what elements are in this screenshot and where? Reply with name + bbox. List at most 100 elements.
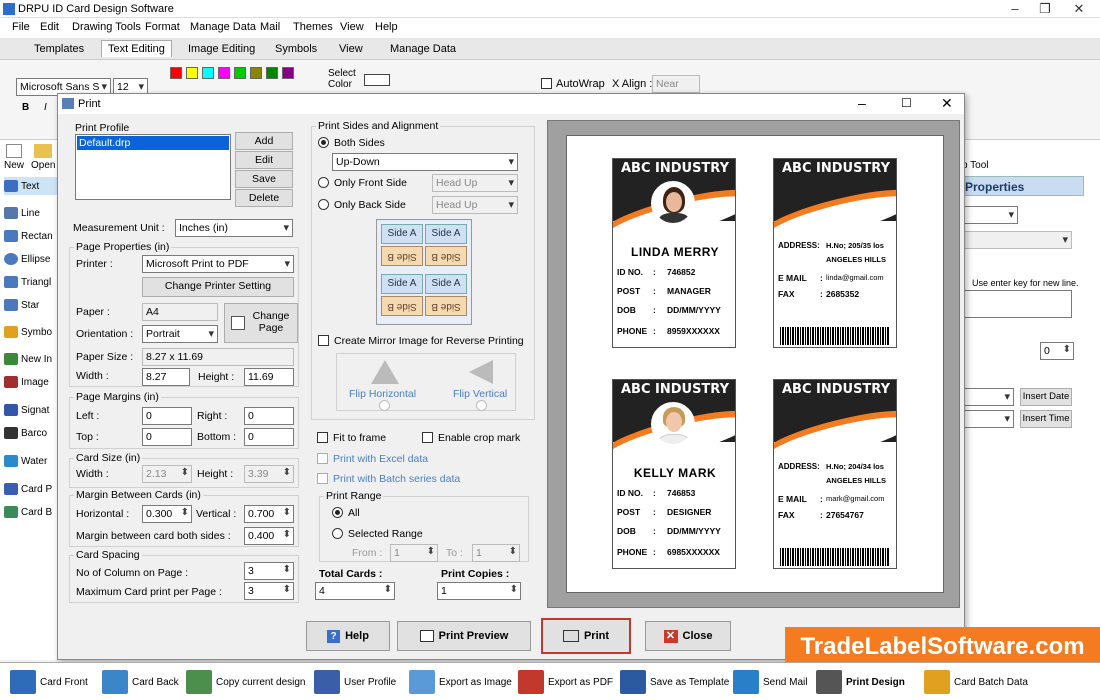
- menu-help[interactable]: Help: [375, 21, 398, 33]
- tool-rectangle[interactable]: Rectan: [4, 227, 60, 245]
- color-swatch[interactable]: [250, 67, 262, 79]
- copy-design-button[interactable]: Copy current design: [186, 668, 306, 696]
- both-sides-select[interactable]: Up-Down: [332, 153, 518, 171]
- card-width-input[interactable]: 2.13: [142, 465, 192, 483]
- tool-text[interactable]: Text: [4, 177, 60, 195]
- tool-triangle[interactable]: Triangl: [4, 273, 60, 291]
- print-button[interactable]: Print: [541, 618, 631, 654]
- properties-select-disabled[interactable]: [962, 231, 1072, 249]
- new-button[interactable]: New: [4, 160, 24, 171]
- menu-drawing-tools[interactable]: Drawing Tools: [72, 21, 141, 33]
- fit-frame-checkbox[interactable]: [317, 432, 328, 443]
- insert-time-button[interactable]: Insert Time: [1020, 410, 1072, 428]
- tool-symbol[interactable]: Symbo: [4, 323, 60, 341]
- menu-themes[interactable]: Themes: [293, 21, 333, 33]
- help-button[interactable]: ? Help: [306, 621, 390, 651]
- time-format-select[interactable]: [962, 410, 1014, 428]
- color-swatch[interactable]: [218, 67, 230, 79]
- export-pdf-button[interactable]: Export as PDF: [518, 668, 613, 696]
- card-back-button[interactable]: Card Back: [102, 668, 179, 696]
- menu-view[interactable]: View: [340, 21, 364, 33]
- bottom-margin-input[interactable]: 0: [244, 428, 294, 446]
- color-swatch[interactable]: [186, 67, 198, 79]
- total-cards-input[interactable]: 4: [315, 582, 395, 600]
- open-icon[interactable]: [34, 144, 52, 158]
- left-margin-input[interactable]: 0: [142, 407, 192, 425]
- to-input[interactable]: 1: [472, 544, 520, 562]
- horizontal-input[interactable]: 0.300: [142, 505, 192, 523]
- angle-spinner[interactable]: 0: [1040, 342, 1074, 360]
- tab-view[interactable]: View: [339, 43, 363, 55]
- date-format-select[interactable]: [962, 388, 1014, 406]
- maximize-icon[interactable]: ☐: [901, 96, 912, 110]
- front-side-radio[interactable]: [318, 177, 329, 188]
- back-side-select[interactable]: Head Up: [432, 196, 518, 214]
- height-input[interactable]: 11.69: [244, 368, 294, 386]
- tool-barcode[interactable]: Barco: [4, 424, 60, 442]
- max-cards-input[interactable]: 3: [244, 582, 294, 600]
- delete-button[interactable]: Delete: [235, 189, 293, 207]
- minimize-icon[interactable]: –: [1000, 0, 1030, 18]
- tool-watermark[interactable]: Water: [4, 452, 60, 470]
- print-copies-input[interactable]: 1: [437, 582, 521, 600]
- tab-manage-data[interactable]: Manage Data: [390, 43, 456, 55]
- tool-star[interactable]: Star: [4, 296, 60, 314]
- menu-edit[interactable]: Edit: [40, 21, 59, 33]
- profile-list[interactable]: Default.drp: [75, 134, 231, 200]
- columns-input[interactable]: 3: [244, 562, 294, 580]
- menu-manage-data[interactable]: Manage Data: [190, 21, 256, 33]
- right-margin-input[interactable]: 0: [244, 407, 294, 425]
- front-side-select[interactable]: Head Up: [432, 174, 518, 192]
- measurement-select[interactable]: Inches (in): [175, 219, 293, 237]
- crop-mark-checkbox[interactable]: [422, 432, 433, 443]
- close-icon[interactable]: ✕: [1064, 0, 1094, 18]
- close-button[interactable]: ✕ Close: [645, 621, 731, 651]
- italic-icon[interactable]: I: [44, 102, 47, 113]
- tool-signature[interactable]: Signat: [4, 401, 60, 419]
- both-sides-input[interactable]: 0.400: [244, 527, 294, 545]
- card-batch-data-button[interactable]: Card Batch Data: [924, 668, 1028, 696]
- tool-new-image[interactable]: New In: [4, 350, 60, 368]
- range-all-radio[interactable]: [332, 507, 343, 518]
- tab-image-editing[interactable]: Image Editing: [188, 43, 255, 55]
- maximize-icon[interactable]: ❐: [1030, 0, 1060, 18]
- card-front-button[interactable]: Card Front: [10, 668, 88, 696]
- mirror-checkbox[interactable]: [318, 335, 329, 346]
- menu-format[interactable]: Format: [145, 21, 180, 33]
- flip-vertical-radio[interactable]: [476, 400, 487, 411]
- save-template-button[interactable]: Save as Template: [620, 668, 729, 696]
- send-mail-button[interactable]: Send Mail: [733, 668, 807, 696]
- color-swatch[interactable]: [266, 67, 278, 79]
- open-button[interactable]: Open: [31, 160, 55, 171]
- close-icon[interactable]: ✕: [941, 95, 953, 112]
- top-margin-input[interactable]: 0: [142, 428, 192, 446]
- tool-ellipse[interactable]: Ellipse: [4, 250, 60, 268]
- batch-checkbox[interactable]: [317, 473, 328, 484]
- menu-mail[interactable]: Mail: [260, 21, 280, 33]
- color-swatch[interactable]: [202, 67, 214, 79]
- from-input[interactable]: 1: [390, 544, 438, 562]
- orientation-select[interactable]: Portrait: [142, 325, 218, 343]
- menu-file[interactable]: File: [12, 21, 30, 33]
- range-selected-radio[interactable]: [332, 528, 343, 539]
- print-design-button[interactable]: Print Design: [816, 668, 905, 696]
- properties-select[interactable]: [962, 206, 1018, 224]
- color-swatch[interactable]: [234, 67, 246, 79]
- insert-date-button[interactable]: Insert Date: [1020, 388, 1072, 406]
- text-area[interactable]: [962, 290, 1072, 318]
- export-image-button[interactable]: Export as Image: [409, 668, 512, 696]
- color-picker[interactable]: [364, 74, 390, 86]
- width-input[interactable]: 8.27: [142, 368, 190, 386]
- both-sides-radio[interactable]: [318, 137, 329, 148]
- tool-card-properties[interactable]: Card P: [4, 480, 60, 498]
- xalign-select[interactable]: Near: [652, 75, 700, 93]
- vertical-input[interactable]: 0.700: [244, 505, 294, 523]
- user-profile-button[interactable]: User Profile: [314, 668, 396, 696]
- excel-checkbox[interactable]: [317, 453, 328, 464]
- flip-horizontal-radio[interactable]: [379, 400, 390, 411]
- card-height-input[interactable]: 3.39: [244, 465, 294, 483]
- color-swatch[interactable]: [282, 67, 294, 79]
- bold-icon[interactable]: B: [22, 102, 29, 113]
- save-button[interactable]: Save: [235, 170, 293, 188]
- print-preview-button[interactable]: Print Preview: [397, 621, 531, 651]
